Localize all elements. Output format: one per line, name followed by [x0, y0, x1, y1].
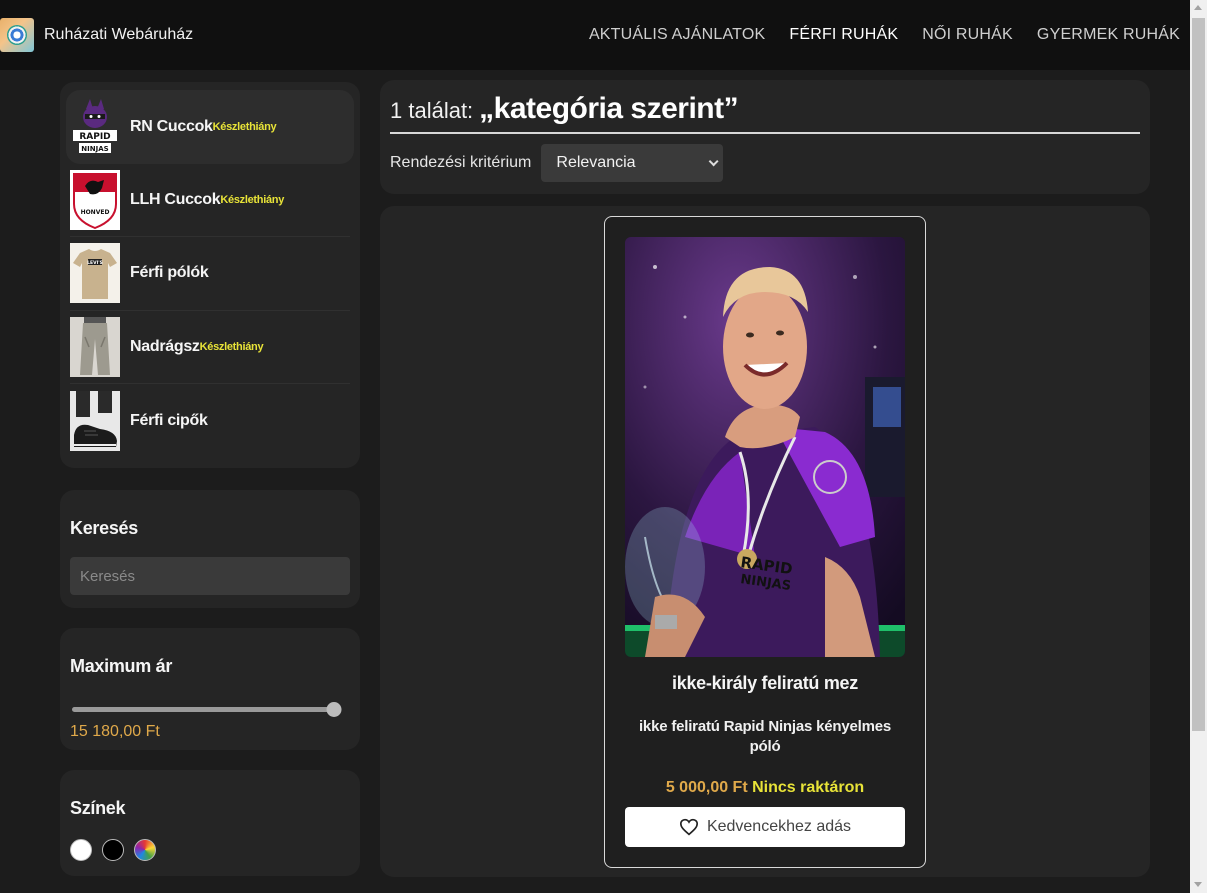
scroll-down-arrow-icon[interactable]: [1194, 882, 1202, 887]
search-panel: Keresés: [60, 490, 360, 608]
nav-link-mens-clothing[interactable]: FÉRFI RUHÁK: [789, 26, 898, 44]
search-input[interactable]: [70, 557, 350, 595]
category-label: RN Cuccok: [130, 117, 213, 135]
svg-text:HONVED: HONVED: [81, 209, 110, 216]
tshirt-photo-icon: LEVI'S: [70, 243, 120, 304]
color-swatches: [70, 839, 350, 861]
brand-name[interactable]: Ruházati Webáruház: [44, 26, 193, 44]
results-query: „kategória szerint”: [479, 92, 739, 125]
sort-select[interactable]: Relevancia: [541, 144, 724, 182]
rapid-ninjas-logo-icon: RAPID NINJAS: [70, 96, 120, 157]
colors-title: Színek: [70, 798, 126, 818]
product-price: 5 000,00 Ft: [665, 779, 748, 796]
sort-row: Rendezési kritérium Relevancia: [390, 144, 1140, 182]
color-swatch-rainbow[interactable]: [134, 839, 156, 861]
scrollbar-thumb[interactable]: [1192, 18, 1205, 731]
sort-label: Rendezési kritérium: [390, 154, 532, 171]
product-grid: RAPID NINJAS ikke-király feliratú mez ik…: [380, 206, 1150, 877]
pants-photo-icon: [70, 316, 120, 377]
sort-selected-value: Relevancia: [556, 154, 636, 171]
slider-track[interactable]: [72, 707, 334, 712]
page-scrollbar[interactable]: [1190, 0, 1207, 893]
nav-link-current-offers[interactable]: AKTUÁLIS AJÁNLATOK: [589, 26, 765, 44]
category-item-ferfi-polok[interactable]: LEVI'S Férfi pólók: [70, 237, 350, 311]
heart-icon: [679, 818, 698, 836]
category-item-llh-cuccok[interactable]: HONVED LLH Cuccok Készlethiány: [70, 164, 350, 237]
nav-links: AKTUÁLIS AJÁNLATOK FÉRFI RUHÁK NŐI RUHÁK…: [589, 26, 1180, 44]
results-count: 1 találat:: [390, 98, 474, 123]
category-list: RAPID NINJAS RN Cuccok Készlethiány HONV…: [60, 82, 360, 468]
svg-text:NINJAS: NINJAS: [81, 145, 108, 153]
add-to-favorites-label: Kedvencekhez adás: [706, 818, 852, 835]
price-row: 5 000,00 Ft Nincs raktáron: [605, 779, 925, 797]
category-item-ferfi-cipok[interactable]: Férfi cipők: [70, 384, 350, 458]
search-title: Keresés: [70, 518, 138, 538]
add-to-favorites-button[interactable]: Kedvencekhez adás: [625, 807, 905, 847]
slider-thumb[interactable]: [326, 702, 342, 717]
category-label: Férfi pólók: [130, 264, 209, 282]
top-navbar: Ruházati Webáruház AKTUÁLIS AJÁNLATOK FÉ…: [0, 0, 1190, 70]
category-label: LLH Cuccok: [130, 190, 221, 208]
category-label: Nadrágsz: [130, 337, 200, 355]
max-price-title: Maximum ár: [70, 656, 173, 676]
svg-text:LEVI'S: LEVI'S: [87, 260, 103, 266]
store-logo[interactable]: [0, 18, 34, 52]
nav-link-kids-clothing[interactable]: GYERMEK RUHÁK: [1037, 26, 1180, 44]
colors-panel: Színek: [60, 770, 360, 876]
llh-logo-icon: HONVED: [70, 169, 120, 230]
max-price-value: 15 180,00 Ft: [70, 723, 160, 740]
max-price-slider[interactable]: [72, 701, 342, 717]
nav-link-womens-clothing[interactable]: NŐI RUHÁK: [922, 26, 1013, 44]
shoes-photo-icon: [70, 390, 120, 451]
chevron-down-icon: [709, 155, 719, 166]
results-title: 1 találat: „kategória szerint”: [390, 92, 1140, 134]
max-price-panel: Maximum ár 15 180,00 Ft: [60, 628, 360, 750]
out-of-stock-badge: Készlethiány: [220, 193, 285, 206]
category-item-nadragsz[interactable]: Nadrágsz Készlethiány: [70, 311, 350, 384]
color-swatch-white[interactable]: [70, 839, 92, 861]
color-swatch-black[interactable]: [102, 839, 124, 861]
out-of-stock-badge: Készlethiány: [199, 340, 264, 353]
category-item-rn-cuccok[interactable]: RAPID NINJAS RN Cuccok Készlethiány: [66, 90, 354, 164]
product-card[interactable]: RAPID NINJAS ikke-király feliratú mez ik…: [604, 216, 926, 868]
product-title[interactable]: ikke-király feliratú mez: [605, 673, 925, 694]
product-description: ikke feliratú Rapid Ninjas kényelmes pól…: [638, 718, 892, 755]
scroll-up-arrow-icon[interactable]: [1194, 5, 1202, 10]
category-label: Férfi cipők: [130, 411, 208, 429]
product-image[interactable]: RAPID NINJAS: [625, 237, 905, 657]
out-of-stock-badge: Készlethiány: [212, 120, 277, 133]
results-header: 1 találat: „kategória szerint” Rendezési…: [380, 80, 1150, 194]
svg-text:RAPID: RAPID: [79, 132, 110, 142]
stock-status: Nincs raktáron: [752, 779, 865, 796]
